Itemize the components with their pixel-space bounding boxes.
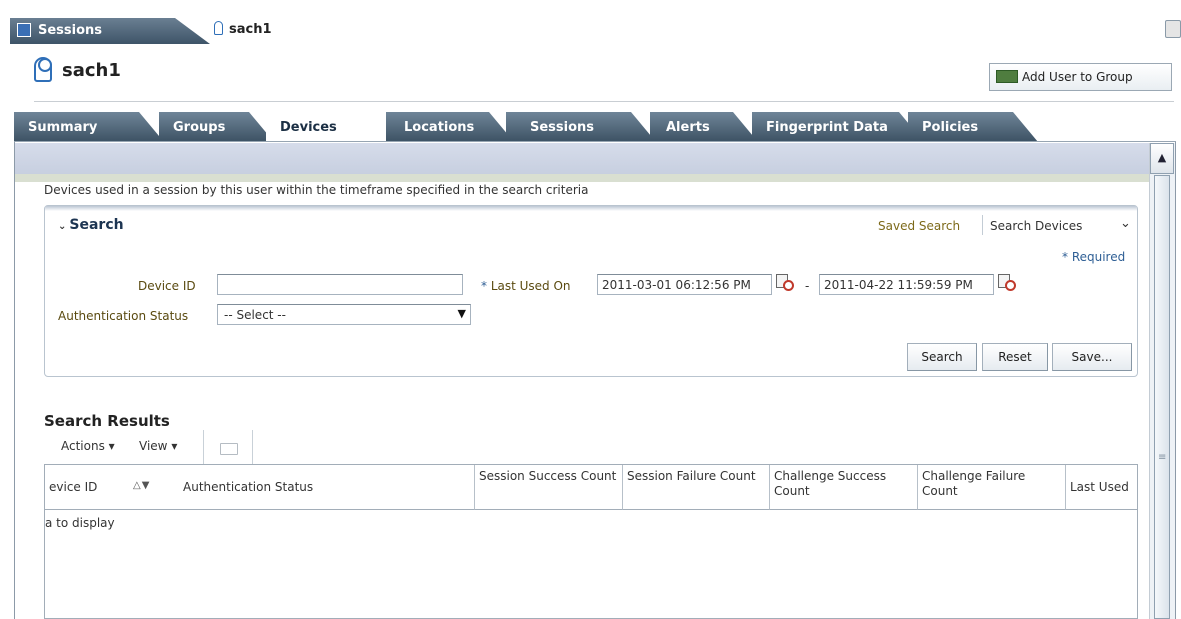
last-used-on-label: * Last Used On — [481, 279, 571, 293]
doc-tab-user[interactable]: sach1 — [214, 21, 272, 37]
tab-policies-label: Policies — [922, 120, 979, 135]
sort-icons[interactable]: △▼ — [133, 480, 150, 491]
toolbar-divider — [203, 430, 204, 464]
dropdown-arrow-icon: ▼ — [457, 307, 466, 320]
user-icon — [34, 57, 52, 82]
tab-sessions[interactable]: Sessions — [506, 112, 656, 142]
saved-search-divider — [982, 215, 983, 235]
add-user-to-group-label: Add User to Group — [1022, 70, 1133, 84]
reset-button[interactable]: Reset — [982, 343, 1048, 371]
device-id-input[interactable] — [217, 274, 463, 295]
column-header-device-id[interactable]: evice ID — [45, 465, 183, 510]
column-header-label: Session Failure Count — [627, 469, 756, 483]
tab-bar: Summary Groups Devices Locations Session… — [14, 112, 1176, 142]
tab-fingerprint-data-label: Fingerprint Data — [766, 120, 888, 135]
tab-locations[interactable]: Locations — [386, 112, 514, 142]
sessions-icon — [17, 23, 31, 37]
column-header-label: Challenge Failure Count — [922, 469, 1026, 498]
doc-tab-user-label: sach1 — [229, 22, 272, 37]
sort-descending-icon[interactable]: ▼ — [142, 480, 151, 491]
column-header-session-failure-count[interactable]: Session Failure Count — [623, 465, 770, 510]
authentication-status-label: Authentication Status — [58, 309, 189, 323]
actions-menu-label: Actions — [61, 439, 105, 453]
column-header-challenge-success-count[interactable]: Challenge Success Count — [770, 465, 918, 510]
save-button[interactable]: Save... — [1052, 343, 1132, 371]
saved-search-label: Saved Search — [878, 219, 961, 233]
search-disclosure[interactable]: ⌄ Search — [58, 217, 124, 233]
description-text: Devices used in a session by this user w… — [44, 183, 589, 197]
column-header-authentication-status[interactable]: Authentication Status — [179, 465, 475, 510]
scroll-grip-icon: ≡ — [1158, 452, 1167, 463]
user-icon — [214, 21, 223, 35]
actions-menu[interactable]: Actions ▾ — [61, 439, 115, 453]
tab-locations-label: Locations — [404, 120, 475, 135]
panel-toolbar — [15, 143, 1149, 174]
authentication-status-select[interactable]: -- Select -- ▼ — [217, 304, 471, 325]
tab-groups-label: Groups — [173, 120, 226, 135]
empty-table-message: a to display — [45, 516, 115, 530]
sort-ascending-icon[interactable]: △ — [133, 480, 142, 491]
tab-summary[interactable]: Summary — [14, 112, 164, 142]
column-header-label: Challenge Success Count — [774, 469, 887, 498]
tab-summary-label: Summary — [28, 120, 98, 135]
results-table: evice ID △▼ Authentication Status Sessio… — [44, 464, 1138, 619]
column-header-last-used[interactable]: Last Used — [1066, 465, 1137, 510]
tab-alerts[interactable]: Alerts — [650, 112, 758, 142]
column-header-session-success-count[interactable]: Session Success Count — [475, 465, 623, 510]
column-header-label: Session Success Count — [479, 469, 617, 483]
search-results-title: Search Results — [44, 412, 170, 430]
scroll-up-icon[interactable]: ▲ — [1150, 143, 1174, 174]
saved-search-select[interactable]: Search Devices — [990, 219, 1082, 233]
required-note: * Required — [1062, 250, 1126, 264]
chevron-down-icon: ⌄ — [58, 221, 67, 232]
add-group-icon — [996, 70, 1018, 83]
calendar-icon[interactable] — [997, 273, 1019, 293]
doc-tab-sessions-label: Sessions — [38, 23, 103, 38]
tab-fingerprint-data[interactable]: Fingerprint Data — [752, 112, 924, 142]
tab-alerts-label: Alerts — [666, 120, 710, 135]
tab-devices[interactable]: Devices — [266, 112, 394, 142]
search-button[interactable]: Search — [907, 343, 977, 371]
column-header-label: Last Used — [1070, 480, 1129, 494]
column-header-label: evice ID — [49, 480, 98, 494]
device-id-label: Device ID — [138, 279, 196, 293]
column-header-challenge-failure-count[interactable]: Challenge Failure Count — [918, 465, 1066, 510]
last-used-to-input[interactable]: 2011-04-22 11:59:59 PM — [819, 274, 994, 295]
page-title: sach1 — [62, 60, 121, 81]
toolbar-divider — [252, 430, 253, 464]
panel-separator — [15, 174, 1149, 182]
tab-groups[interactable]: Groups — [159, 112, 274, 142]
search-title: Search — [69, 217, 124, 233]
doc-tab-sessions[interactable]: Sessions — [10, 18, 210, 44]
tab-devices-label: Devices — [280, 120, 337, 135]
column-header-label: Authentication Status — [183, 480, 314, 494]
tab-sessions-label: Sessions — [530, 120, 595, 135]
last-used-on-text: Last Used On — [490, 279, 571, 293]
scrollbar-thumb[interactable] — [1154, 175, 1170, 619]
header-divider — [34, 101, 1174, 102]
view-menu-label: View — [139, 439, 168, 453]
search-panel-header — [45, 206, 1137, 211]
folder-icon[interactable] — [220, 443, 238, 455]
last-used-from-input[interactable]: 2011-03-01 06:12:56 PM — [597, 274, 772, 295]
authentication-status-value: -- Select -- — [224, 308, 286, 322]
required-star: * — [481, 279, 487, 293]
add-user-to-group-button[interactable]: Add User to Group — [989, 63, 1172, 91]
caret-down-icon: ▾ — [108, 439, 115, 453]
tab-policies[interactable]: Policies — [908, 112, 1038, 142]
view-menu[interactable]: View ▾ — [139, 439, 177, 453]
date-range-separator: - — [805, 279, 810, 293]
calendar-icon[interactable] — [775, 273, 797, 293]
chevron-down-icon[interactable]: ⌄ — [1120, 216, 1131, 231]
close-tab-icon[interactable] — [1165, 20, 1181, 38]
caret-down-icon: ▾ — [171, 439, 178, 453]
